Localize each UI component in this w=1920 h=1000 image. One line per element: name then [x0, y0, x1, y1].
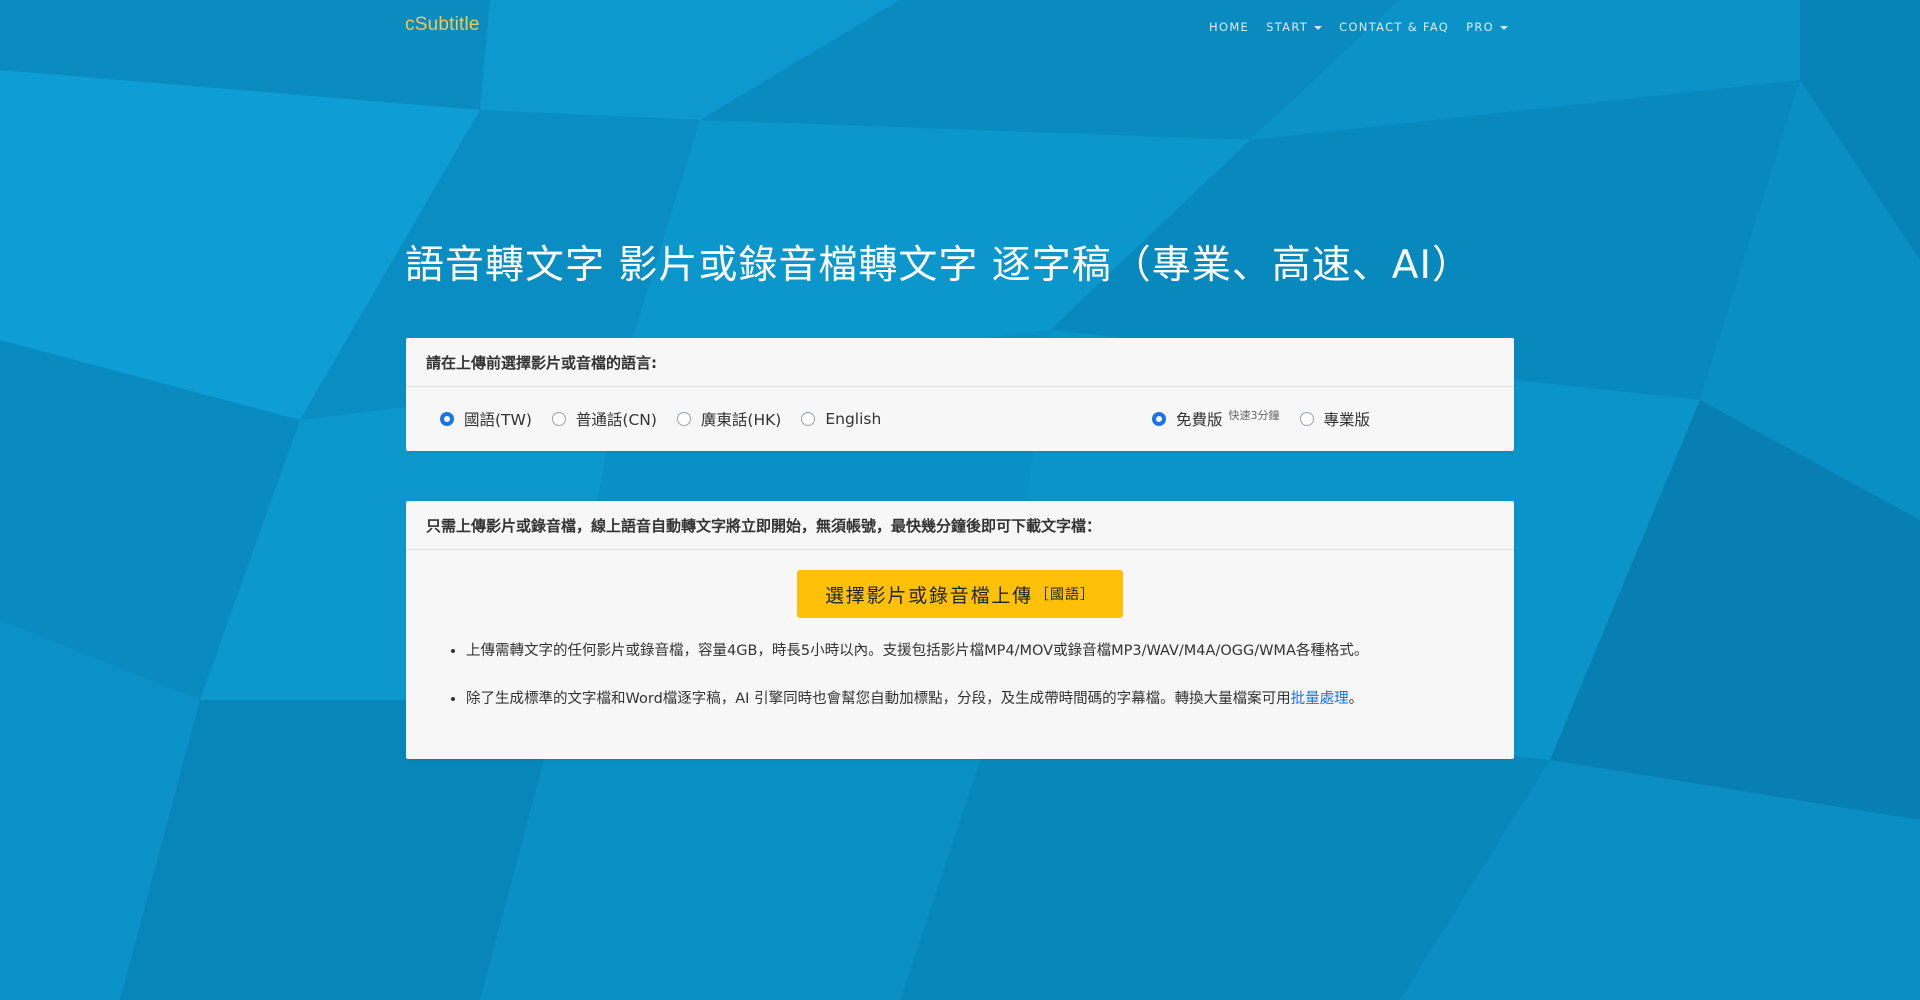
radio-language-cn[interactable]: 普通話(CN)	[551, 408, 657, 430]
radio-language-en[interactable]: English	[801, 410, 881, 428]
upload-button-label: 選擇影片或錄音檔上傳	[824, 584, 1033, 607]
radio-label: 普通話(CN)	[575, 411, 657, 429]
nav-pro-label: PRO	[1466, 20, 1494, 34]
radio-unchecked-icon[interactable]	[1299, 412, 1314, 426]
nav-home-label: HOME	[1209, 20, 1250, 34]
radio-plan-free[interactable]: 免費版 快速3分鐘	[1152, 408, 1280, 430]
caret-down-icon	[1500, 25, 1508, 30]
radio-label: English	[825, 410, 882, 428]
note-end: 。	[1348, 691, 1364, 707]
nav-start-label: START	[1266, 20, 1309, 34]
nav-start-dropdown[interactable]: START	[1266, 20, 1323, 34]
nav-contact[interactable]: CONTACT & FAQ	[1339, 20, 1449, 34]
radio-plan-pro[interactable]: 專業版	[1299, 408, 1371, 430]
upload-notes-list: 上傳需轉文字的任何影片或錄音檔，容量4GB，時長5小時以內。支援包括影片檔MP4…	[406, 639, 1514, 735]
language-card-header: 請在上傳前選擇影片或音檔的語言:	[406, 338, 1514, 387]
upload-card: 只需上傳影片或錄音檔，線上語音自動轉文字將立即開始，無須帳號，最快幾分鐘後即可下…	[406, 501, 1514, 759]
radio-label: 專業版	[1323, 411, 1371, 429]
radio-label: 國語(TW)	[464, 411, 532, 429]
radio-label: 廣東話(HK)	[700, 411, 782, 429]
upload-button-language-tag: ［國語］	[1035, 587, 1095, 603]
list-item: 上傳需轉文字的任何影片或錄音檔，容量4GB，時長5小時以內。支援包括影片檔MP4…	[466, 639, 1514, 664]
plan-radio-group: 免費版 快速3分鐘 專業版	[1152, 387, 1370, 451]
radio-checked-icon[interactable]	[440, 412, 454, 426]
upload-card-header: 只需上傳影片或錄音檔，線上語音自動轉文字將立即開始，無須帳號，最快幾分鐘後即可下…	[406, 501, 1514, 550]
nav-contact-label: CONTACT & FAQ	[1339, 20, 1450, 34]
radio-label: 免費版	[1176, 411, 1223, 429]
language-card: 請在上傳前選擇影片或音檔的語言: 國語(TW) 普通話(CN) 廣東話(HK) …	[406, 338, 1514, 451]
radio-unchecked-icon[interactable]	[801, 412, 816, 426]
radio-unchecked-icon[interactable]	[676, 412, 691, 426]
list-item: 除了生成標準的文字檔和Word檔逐字稿，AI 引擎同時也會幫您自動加標點，分段，…	[466, 687, 1514, 712]
caret-down-icon	[1314, 25, 1323, 30]
language-radio-group: 國語(TW) 普通話(CN) 廣東話(HK) English	[440, 387, 881, 451]
main-nav: HOME START CONTACT & FAQ PRO	[1209, 20, 1508, 34]
page-title: 語音轉文字 影片或錄音檔轉文字 逐字稿（專業、高速、AI）	[405, 243, 1472, 288]
radio-language-hk[interactable]: 廣東話(HK)	[676, 408, 782, 430]
nav-pro-dropdown[interactable]: PRO	[1466, 20, 1508, 34]
language-card-body: 國語(TW) 普通話(CN) 廣東話(HK) English 免費版 快速3分鐘…	[406, 387, 1514, 451]
nav-home[interactable]: HOME	[1209, 20, 1249, 34]
upload-button[interactable]: 選擇影片或錄音檔上傳 ［國語］	[797, 570, 1123, 618]
page: cSubtitle HOME START CONTACT & FAQ PRO 語…	[0, 0, 1920, 1000]
radio-unchecked-icon[interactable]	[551, 412, 566, 426]
radio-checked-icon[interactable]	[1152, 412, 1166, 426]
note-text: 除了生成標準的文字檔和Word檔逐字稿，AI 引擎同時也會幫您自動加標點，分段，…	[466, 691, 1291, 707]
brand-logo[interactable]: cSubtitle	[405, 14, 480, 36]
batch-processing-link[interactable]: 批量處理	[1291, 691, 1349, 707]
radio-language-tw[interactable]: 國語(TW)	[440, 408, 532, 430]
plan-note: 快速3分鐘	[1228, 409, 1280, 422]
note-text: 上傳需轉文字的任何影片或錄音檔，容量4GB，時長5小時以內。支援包括影片檔MP4…	[466, 643, 1369, 659]
